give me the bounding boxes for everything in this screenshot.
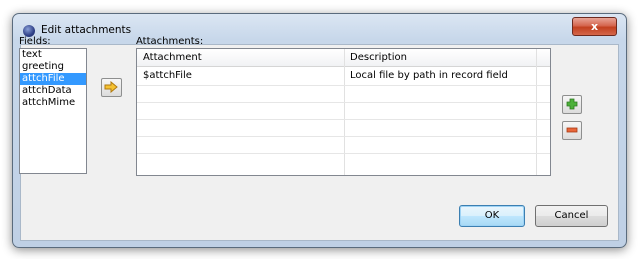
plus-icon bbox=[566, 98, 578, 110]
remove-button[interactable] bbox=[562, 121, 582, 140]
list-item[interactable]: attchMime bbox=[20, 97, 86, 109]
add-to-attachments-button[interactable] bbox=[101, 78, 122, 97]
column-header-description[interactable]: Description bbox=[344, 49, 540, 66]
column-divider bbox=[536, 49, 537, 175]
minus-icon bbox=[566, 127, 578, 133]
row-divider bbox=[137, 136, 550, 137]
list-item[interactable]: greeting bbox=[20, 61, 86, 73]
close-button[interactable]: x bbox=[572, 17, 617, 36]
fields-list[interactable]: text greeting attchFile attchData attchM… bbox=[19, 48, 87, 174]
table-cell-description[interactable]: Local file by path in record field bbox=[344, 67, 508, 84]
row-divider bbox=[137, 102, 550, 103]
row-divider bbox=[137, 85, 550, 86]
add-button[interactable] bbox=[562, 95, 582, 114]
column-header-attachment[interactable]: Attachment bbox=[137, 49, 343, 66]
attachments-label: Attachments: bbox=[136, 36, 204, 47]
fields-label: Fields: bbox=[19, 36, 51, 47]
window-title: Edit attachments bbox=[41, 24, 132, 36]
cancel-button[interactable]: Cancel bbox=[535, 205, 608, 227]
list-item[interactable]: text bbox=[20, 49, 86, 61]
list-item-selected[interactable]: attchFile bbox=[20, 73, 86, 85]
title-bar[interactable]: Edit attachments x bbox=[13, 14, 626, 45]
row-divider bbox=[137, 119, 550, 120]
close-icon: x bbox=[590, 20, 599, 33]
list-item[interactable]: attchData bbox=[20, 85, 86, 97]
attachments-table[interactable]: Attachment Description $attchFile Local … bbox=[136, 48, 551, 176]
ok-button[interactable]: OK bbox=[459, 205, 525, 227]
arrow-right-icon bbox=[104, 81, 118, 93]
table-cell-attachment[interactable]: $attchFile bbox=[137, 67, 192, 84]
row-divider bbox=[137, 153, 550, 154]
